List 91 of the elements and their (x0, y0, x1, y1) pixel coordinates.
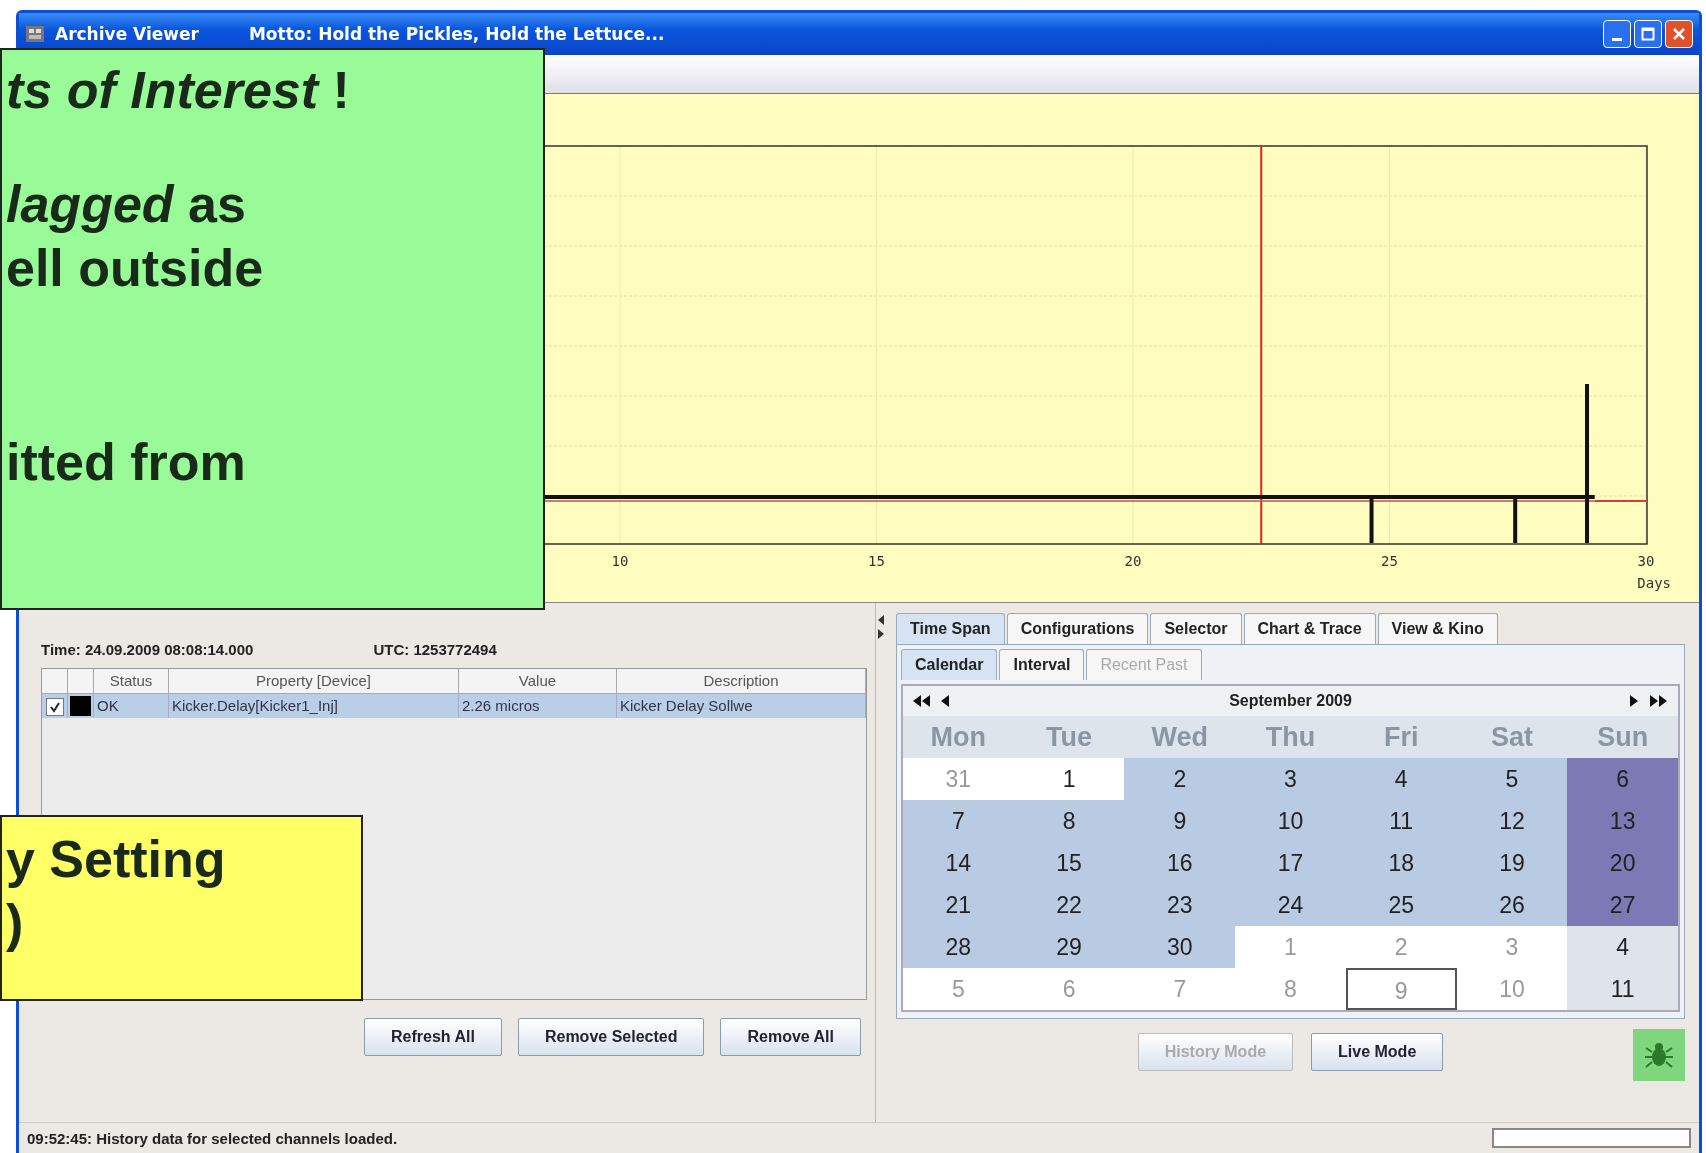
calendar-day[interactable]: 21 (903, 884, 1014, 926)
calendar-day[interactable]: 12 (1456, 800, 1568, 842)
table-cell: OK (94, 694, 169, 718)
maximize-icon (1641, 27, 1655, 41)
calendar-day[interactable]: 16 (1124, 842, 1236, 884)
weekday-header: Wed (1124, 716, 1236, 758)
first-page-icon[interactable] (913, 694, 931, 708)
action-button[interactable]: Remove All (720, 1018, 861, 1056)
calendar-day[interactable]: 26 (1456, 884, 1568, 926)
app-icon (25, 24, 45, 44)
check-icon (49, 701, 61, 713)
callout-text: itted from (6, 432, 247, 493)
axis-tick-label: 30 (1637, 553, 1655, 569)
calendar-day[interactable]: 19 (1456, 842, 1568, 884)
column-header[interactable]: Description (617, 669, 866, 694)
weekday-header: Thu (1235, 716, 1346, 758)
calendar-day[interactable]: 23 (1124, 884, 1236, 926)
bug-icon (1644, 1040, 1674, 1070)
calendar-day[interactable]: 24 (1235, 884, 1346, 926)
calendar-day[interactable]: 11 (1567, 968, 1678, 1010)
tab[interactable]: Configurations (1006, 613, 1149, 644)
column-header[interactable]: Status (94, 669, 169, 694)
last-page-icon[interactable] (1650, 694, 1668, 708)
calendar-day[interactable]: 20 (1567, 842, 1678, 884)
calendar-day[interactable]: 9 (1124, 800, 1236, 842)
tab[interactable]: Chart & Trace (1243, 613, 1376, 644)
callout-text: lagged as (6, 174, 247, 235)
calendar-day[interactable]: 25 (1345, 884, 1457, 926)
calendar-day[interactable]: 28 (903, 926, 1014, 968)
callout-text: ell outside (6, 238, 265, 299)
tab[interactable]: Selector (1150, 613, 1242, 644)
axis-tick-label: 10 (611, 553, 629, 569)
calendar-day[interactable]: 8 (1013, 800, 1125, 842)
calendar-day[interactable]: 27 (1567, 884, 1678, 926)
calendar-day[interactable]: 4 (1345, 758, 1457, 800)
maximize-button[interactable] (1634, 20, 1662, 48)
calendar-day[interactable]: 15 (1013, 842, 1125, 884)
column-header[interactable]: Property [Device] (169, 669, 459, 694)
axis-tick-label: 20 (1124, 553, 1142, 569)
calendar-day[interactable]: 5 (1456, 758, 1568, 800)
weekday-header: Mon (903, 716, 1014, 758)
window-motto: Motto: Hold the Pickles, Hold the Lettuce... (248, 24, 665, 44)
month-title: September 2009 (1228, 692, 1353, 710)
axis-tick-label: 25 (1381, 553, 1398, 569)
table-row[interactable]: OK Kicker.Delay[Kicker1_Inj] 2.26 micros Kicker Delay Sollwe (42, 694, 866, 718)
table-cell: Kicker Delay Sollwe (617, 694, 866, 718)
calendar-day[interactable]: 22 (1013, 884, 1125, 926)
minimize-button[interactable] (1603, 20, 1631, 48)
previous-icon[interactable] (941, 694, 951, 708)
table-cell: Kicker.Delay[Kicker1_Inj] (169, 694, 459, 718)
calendar-day[interactable]: 3 (1235, 758, 1346, 800)
tab[interactable]: View & Kino (1377, 613, 1498, 644)
calendar-day[interactable]: 7 (903, 800, 1014, 842)
status-message: 09:52:45: History data for selected channels loaded. (27, 1129, 398, 1147)
close-icon (1672, 27, 1686, 41)
tab[interactable]: Interval (999, 649, 1085, 680)
time-readout: Time: 24.09.2009 08:08:14.000 (41, 641, 254, 658)
row-checkbox[interactable] (46, 698, 64, 716)
calendar-day[interactable]: 4 (1567, 926, 1678, 968)
callout-text: ts of Interest ! (6, 60, 351, 121)
axis-unit-label: Days (1637, 575, 1671, 591)
tab[interactable]: Calendar (901, 649, 998, 680)
next-icon[interactable] (1630, 694, 1640, 708)
calendar-day[interactable]: 11 (1345, 800, 1457, 842)
action-button[interactable]: Refresh All (364, 1018, 502, 1056)
utc-readout: UTC: 1253772494 (373, 641, 497, 658)
calendar-day[interactable]: 29 (1013, 926, 1125, 968)
mode-button[interactable]: Live Mode (1311, 1033, 1444, 1071)
calendar-day[interactable]: 2 (1124, 758, 1236, 800)
axis-tick-label: 15 (868, 553, 885, 569)
table-cell: 2.26 micros (459, 694, 617, 718)
calendar-day[interactable]: 14 (903, 842, 1014, 884)
calendar-day[interactable]: 17 (1235, 842, 1346, 884)
weekday-header: Sat (1456, 716, 1568, 758)
calendar-day[interactable]: 30 (1124, 926, 1236, 968)
window-title: Archive Viewer (55, 24, 199, 44)
action-button[interactable]: Remove Selected (517, 1018, 705, 1056)
weekday-header: Tue (1013, 716, 1125, 758)
calendar-day[interactable]: 18 (1345, 842, 1457, 884)
close-button[interactable] (1665, 20, 1693, 48)
calendar-day[interactable]: 10 (1235, 800, 1346, 842)
splitter-arrows-icon[interactable] (878, 615, 884, 639)
calendar-day[interactable]: 13 (1567, 800, 1678, 842)
callout-text: ) (6, 893, 25, 954)
callout-text: y Setting (6, 829, 227, 890)
calendar-day[interactable]: 6 (1567, 758, 1678, 800)
tab[interactable]: Time Span (896, 613, 1005, 644)
column-header[interactable]: Value (459, 669, 617, 694)
minimize-icon (1612, 37, 1622, 41)
weekday-header: Sun (1567, 716, 1678, 758)
weekday-header: Fri (1345, 716, 1457, 758)
